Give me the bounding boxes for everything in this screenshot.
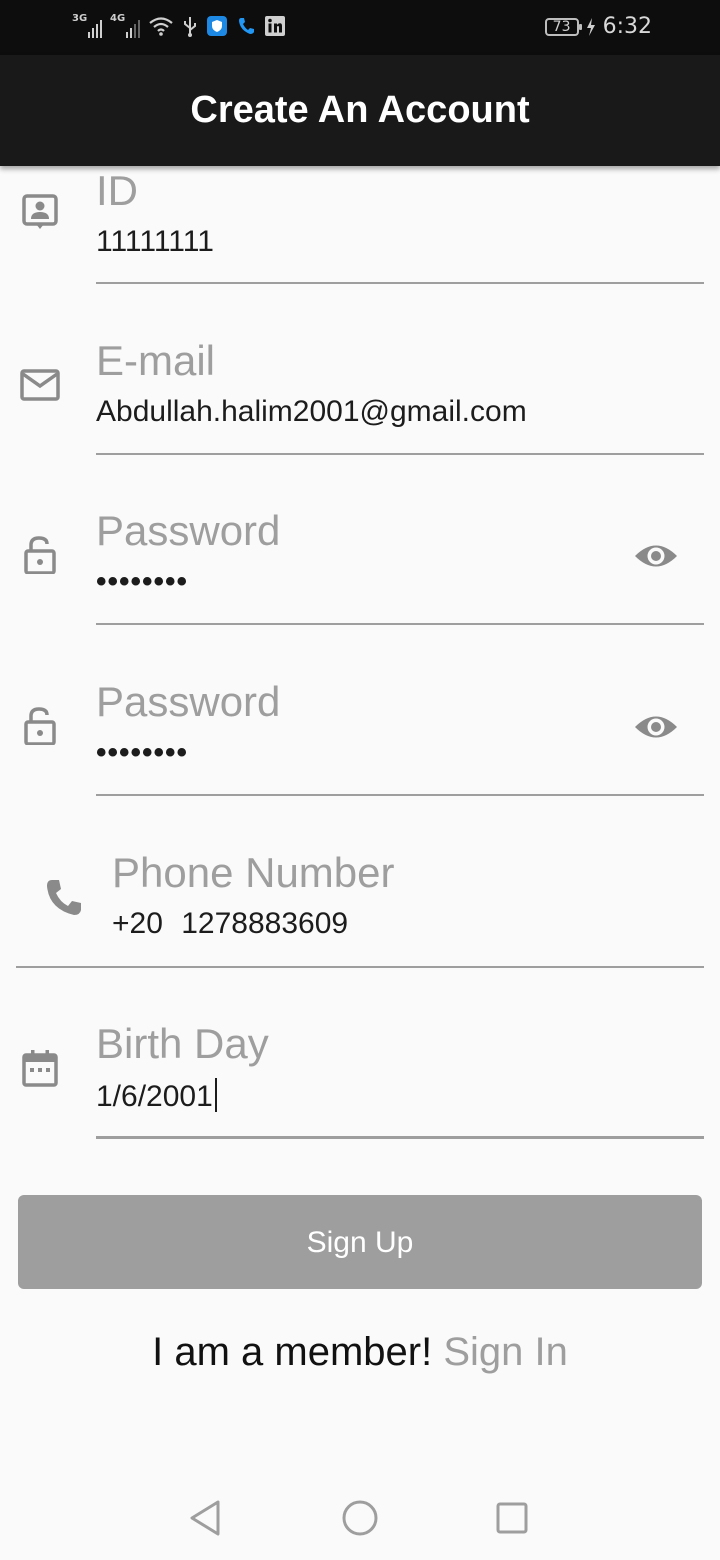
confirm-password-underline (96, 794, 704, 796)
text-cursor (214, 1078, 217, 1112)
member-text: I am a member! (152, 1330, 433, 1374)
id-input[interactable]: 11111111 (96, 225, 214, 259)
battery-indicator: 73 (544, 17, 582, 36)
confirm-password-field[interactable]: Password •••••••• (0, 661, 720, 801)
mail-icon (20, 369, 60, 401)
status-icons-left: 3G 4G (72, 13, 286, 38)
lock-icon (24, 536, 56, 574)
signal-4g-icon: 4G (110, 13, 140, 38)
lock-icon (24, 707, 56, 745)
phone-input[interactable]: 1278883609 (181, 907, 348, 940)
home-icon[interactable] (338, 1496, 382, 1540)
password-input[interactable]: •••••••• (96, 565, 188, 599)
birthday-field[interactable]: Birth Day 1/6/2001 (0, 1003, 720, 1143)
phone-icon (47, 880, 81, 915)
birthday-input[interactable]: 1/6/2001 (96, 1080, 213, 1113)
page-title: Create An Account (190, 89, 530, 131)
member-row: I am a member! Sign In (0, 1330, 720, 1380)
signal-3g-icon: 3G (72, 13, 102, 38)
phone-field[interactable]: Phone Number +20 1278883609 (0, 832, 720, 972)
birthday-label: Birth Day (96, 1020, 269, 1067)
phone-value-row: +20 1278883609 (112, 907, 348, 941)
sign-up-button[interactable]: Sign Up (18, 1195, 702, 1289)
contact-id-icon (22, 194, 58, 229)
email-field[interactable]: E-mail Abdullah.halim2001@gmail.com (0, 320, 720, 460)
birthday-value-row: 1/6/2001 (96, 1078, 217, 1114)
linkedin-icon (265, 16, 285, 36)
status-icons-right: 73 6:32 (544, 14, 652, 39)
password-underline (96, 623, 704, 625)
password-field[interactable]: Password •••••••• (0, 490, 720, 630)
calendar-icon (22, 1050, 58, 1087)
email-label: E-mail (96, 337, 216, 384)
confirm-password-input[interactable]: •••••••• (96, 736, 188, 770)
phone-underline (16, 966, 704, 968)
email-input[interactable]: Abdullah.halim2001@gmail.com (96, 395, 527, 429)
sign-in-link[interactable]: Sign In (443, 1330, 568, 1374)
email-underline (96, 453, 704, 455)
back-icon[interactable] (184, 1496, 228, 1540)
wifi-icon (149, 17, 173, 36)
country-code-prefix[interactable]: +20 (112, 907, 163, 940)
charging-icon (586, 17, 595, 36)
birthday-underline (96, 1136, 704, 1139)
network-type-3g: 3G (72, 13, 88, 24)
system-nav-bar (0, 1476, 720, 1560)
app-bar: Create An Account (0, 55, 720, 166)
id-label: ID (96, 167, 138, 214)
usb-icon (184, 17, 196, 37)
confirm-password-label: Password (96, 678, 281, 725)
password-label: Password (96, 507, 281, 554)
shield-app-icon (207, 16, 227, 36)
phone-app-icon (239, 18, 254, 34)
id-field[interactable]: ID 11111111 (0, 150, 720, 290)
eye-icon[interactable] (633, 533, 679, 579)
status-bar: 3G 4G 73 6:32 (0, 0, 720, 55)
network-type-4g: 4G (110, 13, 126, 24)
phone-label: Phone Number (112, 849, 395, 896)
status-time: 6:32 (602, 14, 652, 39)
recents-icon[interactable] (490, 1496, 534, 1540)
id-underline (96, 282, 704, 284)
eye-icon[interactable] (633, 704, 679, 750)
